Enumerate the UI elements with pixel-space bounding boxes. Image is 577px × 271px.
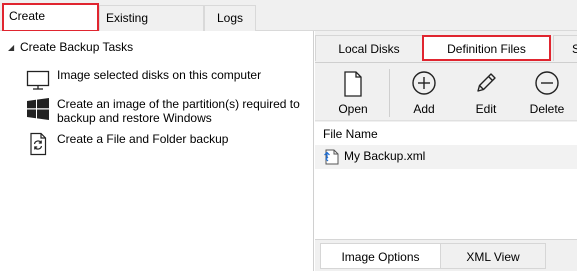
tab-logs-label: Logs [216,11,244,25]
delete-button[interactable]: Delete [518,65,576,121]
file-toolbar: Open Add Edit Delete [315,65,577,121]
file-row[interactable]: My Backup.xml [315,145,577,169]
pencil-icon [477,73,496,92]
delete-label: Delete [529,102,565,116]
tab-existing-backups[interactable]: Existing Backups [99,5,204,49]
windows-logo-icon [26,97,50,121]
tab-xml-view-label: XML View [466,250,520,264]
task-label: Image selected disks on this computer [57,68,262,82]
backup-tasks-panel: ◢ Create Backup Tasks Image selected disk… [0,31,314,271]
tree-heading[interactable]: ◢ Create Backup Tasks [8,39,133,55]
open-label: Open [338,102,368,116]
edit-label: Edit [475,102,497,116]
tab-xml-view[interactable]: XML View [440,243,546,269]
column-header-file-name[interactable]: File Name [323,127,378,141]
tab-create-backups[interactable]: Create Backups [2,3,99,47]
tab-definition-files-label: Definition Files [447,42,526,56]
monitor-icon [26,68,50,92]
task-image-selected-disks[interactable]: Image selected disks on this computer [26,68,311,92]
tab-local-disks-label: Local Disks [338,42,400,56]
xml-file-icon [324,149,339,165]
edit-button[interactable]: Edit [457,65,515,121]
file-sync-icon [26,132,50,156]
main-tab-bar: Create Backups Existing Backups Logs [0,0,577,49]
tab-truncated[interactable]: S [553,35,577,61]
task-label: Create a File and Folder backup [57,132,229,146]
open-button[interactable]: Open [324,65,382,121]
open-file-icon [344,71,362,97]
tab-definition-files[interactable]: Definition Files [422,35,551,61]
bottom-tab-bar: Image Options XML View [315,239,577,271]
tab-image-options[interactable]: Image Options [320,243,441,269]
tree-heading-label: Create Backup Tasks [20,40,134,54]
file-list: File Name My Backup.xml [315,122,577,239]
add-circle-icon [412,71,436,95]
add-label: Add [413,102,435,116]
tab-logs[interactable]: Logs [204,5,256,31]
add-button[interactable]: Add [395,65,453,121]
collapse-arrow-icon[interactable]: ◢ [8,40,20,56]
tab-local-disks[interactable]: Local Disks [315,35,423,61]
task-image-windows-partitions[interactable]: Create an image of the partition(s) requ… [26,97,311,127]
tab-truncated-label: S [572,42,577,56]
sub-tab-bar: Local Disks Definition Files S [315,31,577,63]
task-label: Create an image of the partition(s) requ… [57,97,300,125]
definition-panel: Local Disks Definition Files S Open Add [315,31,577,271]
toolbar-divider [389,69,390,117]
file-name: My Backup.xml [344,149,426,163]
tab-image-options-label: Image Options [341,250,420,264]
remove-circle-icon [535,71,559,95]
task-file-folder-backup[interactable]: Create a File and Folder backup [26,132,311,156]
